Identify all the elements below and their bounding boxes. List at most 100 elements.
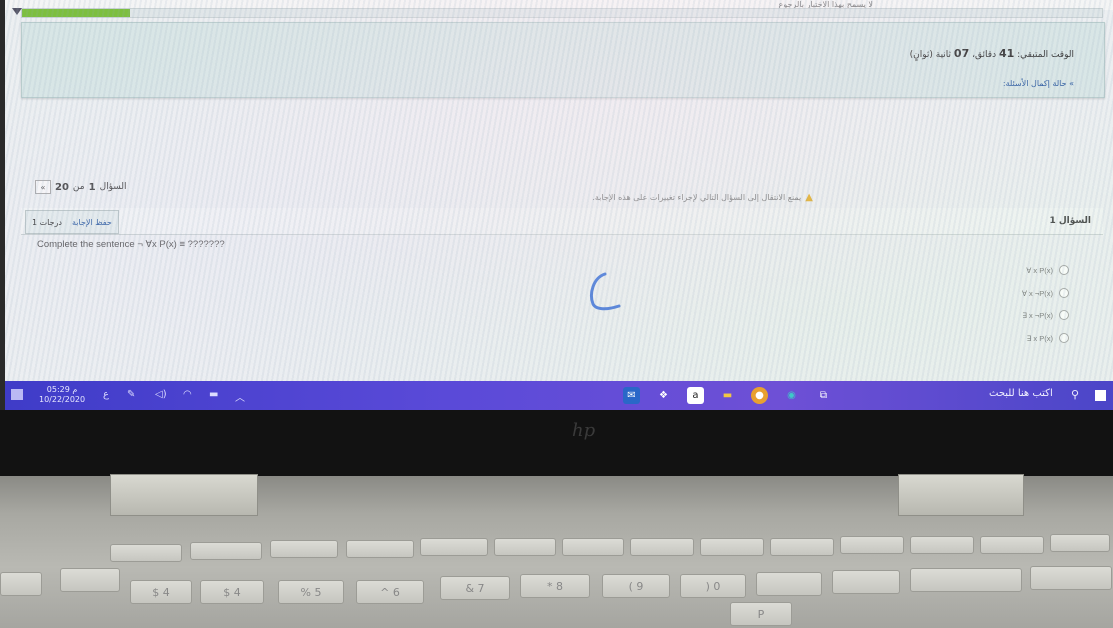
keyboard-key: [270, 540, 338, 558]
keyboard-key: [190, 542, 262, 560]
question-nav-of: من: [72, 182, 85, 192]
hp-logo: hp: [572, 420, 596, 441]
keyboard-key: [494, 538, 556, 556]
warning-icon: ▲: [805, 192, 813, 203]
key-label: & 7: [465, 581, 485, 595]
keyboard-key: % 5: [278, 580, 344, 604]
keyboard-key: [910, 536, 974, 554]
key-label: ( 9: [628, 579, 644, 593]
keyboard-key: [630, 538, 694, 556]
question-header: السؤال 1 1 درجات حفظ الإجابة: [21, 208, 1103, 235]
keyboard-key: [562, 538, 624, 556]
battery-icon[interactable]: ▬: [209, 389, 218, 400]
quiz-progress-bar: [12, 8, 1103, 18]
edge-icon[interactable]: ◉: [783, 387, 800, 404]
radio-button[interactable]: [1059, 288, 1069, 298]
chevron-right-icon[interactable]: »: [35, 180, 51, 194]
keyboard-key: [346, 540, 414, 558]
amazon-icon[interactable]: a: [687, 387, 704, 404]
right-hinge: [898, 474, 1024, 516]
search-icon[interactable]: ⚲: [1071, 388, 1079, 401]
task-view-icon[interactable]: ⧉: [815, 387, 832, 404]
dropbox-icon[interactable]: ❖: [655, 387, 672, 404]
time-seconds-unit: ثانية (ثوانٍ): [909, 50, 952, 60]
timer-panel: الوقت المتبقي: 41 دقائق، 07 ثانية (ثوانٍ…: [21, 22, 1105, 98]
windows-start-icon[interactable]: [1095, 390, 1106, 401]
answer-option-1[interactable]: ∀ x P(x): [1026, 265, 1069, 275]
keyboard-key: $ 4: [200, 580, 264, 604]
keyboard-key: ^ 6: [356, 580, 424, 604]
chrome-icon[interactable]: ●: [751, 387, 768, 404]
keyboard-key: [910, 568, 1022, 592]
key-label: $ 4: [223, 585, 241, 599]
question-actions: 1 درجات حفظ الإجابة: [25, 210, 119, 234]
keyboard-key: [110, 544, 182, 562]
keyboard-key: [980, 536, 1044, 554]
volume-icon[interactable]: ◁): [155, 389, 167, 400]
keyboard-key: P: [730, 602, 792, 626]
keyboard-key: ) 0: [680, 574, 746, 598]
pen-annotation: [590, 272, 621, 311]
keyboard-key: [0, 572, 42, 596]
time-seconds: 07: [953, 47, 970, 60]
question-points: 1 درجات: [32, 217, 62, 227]
question-title: السؤال 1: [1049, 216, 1091, 226]
keyboard-key: [700, 538, 764, 556]
file-explorer-icon[interactable]: ▬: [719, 387, 736, 404]
question-completion-status-link[interactable]: » حالة إكمال الأسئلة:: [1003, 79, 1074, 88]
answer-option-label: ∃ x ¬P(x): [1022, 310, 1053, 320]
answer-option-label: ∀ x P(x): [1026, 265, 1053, 275]
time-remaining: الوقت المتبقي: 41 دقائق، 07 ثانية (ثوانٍ…: [910, 47, 1074, 60]
answer-option-2[interactable]: ∀ x ¬P(x): [1022, 288, 1069, 298]
answer-option-3[interactable]: ∃ x ¬P(x): [1022, 310, 1069, 320]
radio-button[interactable]: [1059, 333, 1069, 343]
chevron-up-icon[interactable]: ︿: [235, 389, 245, 404]
notification-icon[interactable]: [11, 389, 23, 400]
save-answer-button[interactable]: حفظ الإجابة: [72, 218, 112, 227]
keyboard-key: [770, 538, 834, 556]
pen-workspace-icon[interactable]: ✎: [127, 389, 135, 400]
taskbar-clock[interactable]: 05:29 م 10/22/2020: [39, 385, 85, 405]
language-indicator[interactable]: ع: [103, 389, 109, 400]
warning-text: يمنع الانتقال إلى السؤال التالي لإجراء ت…: [592, 193, 802, 202]
question-navigator: السؤال 1 من 20 »: [35, 180, 127, 194]
key-label: P: [757, 607, 765, 621]
key-label: % 5: [300, 585, 322, 599]
keyboard-key: & 7: [440, 576, 510, 600]
collapse-caret-icon[interactable]: [12, 8, 22, 15]
keyboard-key: * 8: [520, 574, 590, 598]
mail-icon[interactable]: ✉: [623, 387, 640, 404]
keyboard-key: [832, 570, 900, 594]
time-minutes: 41: [998, 47, 1015, 60]
answer-option-label: ∀ x ¬P(x): [1021, 288, 1053, 298]
left-hinge: [110, 474, 258, 516]
taskbar-time: 05:29 م: [46, 385, 78, 394]
browser-screen: لا يسمح بهذا الاختبار بالرجوع الوقت المت…: [5, 0, 1113, 410]
quiz-progress-fill: [22, 9, 130, 17]
question-nav-current: 1: [88, 181, 96, 193]
radio-button[interactable]: [1059, 310, 1069, 320]
keyboard-key: [756, 572, 822, 596]
answer-option-4[interactable]: ∃ x P(x): [1027, 333, 1069, 343]
key-label: $ 4: [152, 585, 170, 599]
windows-taskbar: 05:29 م 10/22/2020 ع ✎ ◁) ◠ ▬ ︿ ✉ ❖ a ▬ …: [5, 381, 1113, 410]
key-label: ^ 6: [380, 585, 400, 599]
laptop-bezel: [0, 410, 1113, 476]
keyboard-key: [420, 538, 488, 556]
time-minutes-unit: دقائق،: [972, 50, 997, 60]
key-label: * 8: [547, 579, 563, 593]
taskbar-search-input[interactable]: اكتب هنا للبحث: [989, 388, 1053, 399]
question-nav-label: السؤال: [99, 182, 127, 192]
radio-button[interactable]: [1059, 265, 1069, 275]
navigation-warning: ▲ يمنع الانتقال إلى السؤال التالي لإجراء…: [592, 192, 813, 203]
keyboard-key: $ 4: [130, 580, 192, 604]
answer-option-label: ∃ x P(x): [1026, 333, 1053, 343]
keyboard-key: [840, 536, 904, 554]
wifi-icon[interactable]: ◠: [183, 389, 192, 400]
question-nav-total: 20: [55, 181, 69, 193]
key-label: ) 0: [705, 579, 721, 593]
taskbar-date: 10/22/2020: [39, 395, 86, 404]
keyboard-key: [60, 568, 120, 592]
keyboard-key: [1030, 566, 1112, 590]
question-text: Complete the sentence ¬ ∀x P(x) ≡ ??????…: [37, 239, 225, 250]
